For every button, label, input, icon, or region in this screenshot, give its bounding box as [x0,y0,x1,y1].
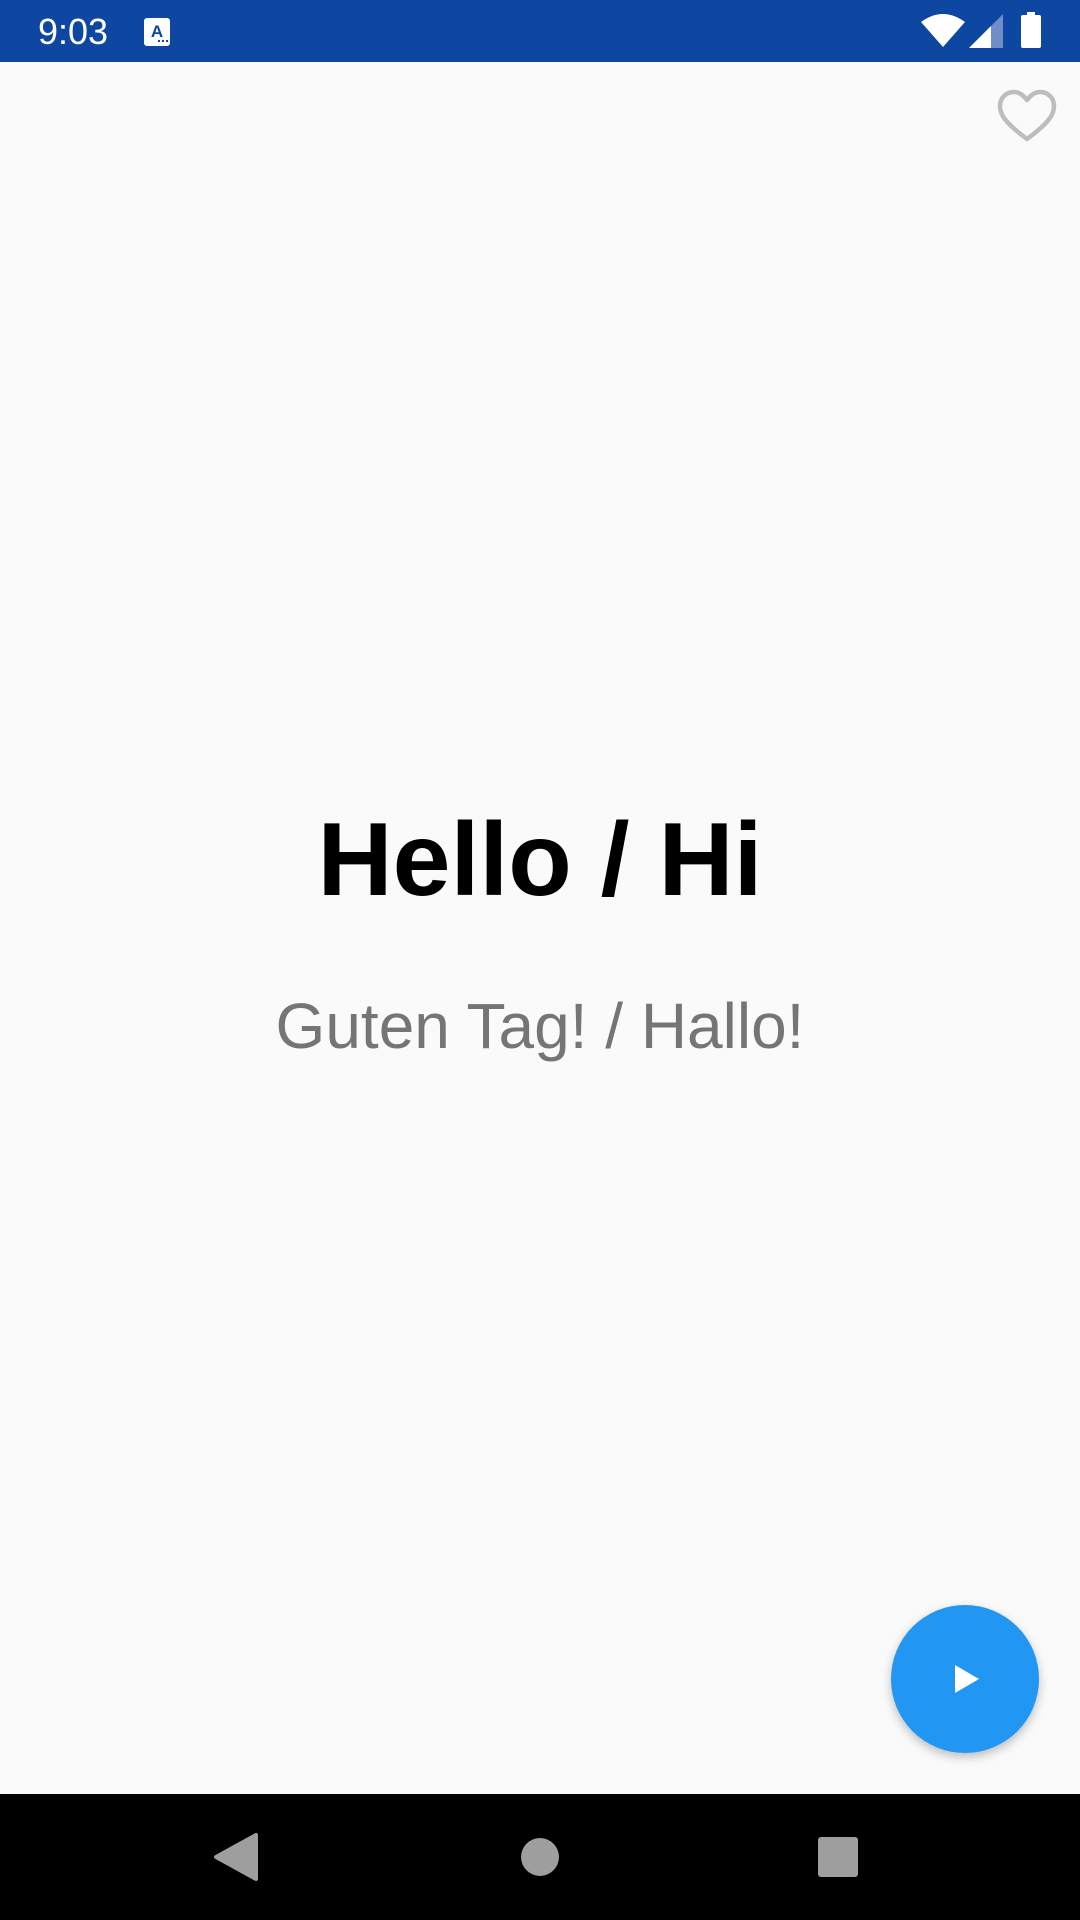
nav-recents-button[interactable] [808,1827,868,1887]
status-time: 9:03 [38,11,109,52]
app-screen: 9:03 A Hello / Hi Guten Tag! / Hallo! [0,0,1080,1920]
translate-a-icon: A [144,18,170,46]
play-icon [955,1665,979,1693]
svg-text:A: A [151,22,163,41]
wifi-icon [921,14,965,48]
cell-signal-icon [969,14,1003,48]
home-circle-icon [521,1838,559,1876]
play-audio-button[interactable] [891,1605,1039,1753]
navigation-bar [0,1794,1080,1920]
phrase-primary-text: Hello / Hi [317,802,763,918]
favorite-button[interactable] [996,86,1058,148]
nav-home-button[interactable] [510,1827,570,1887]
back-triangle-icon [214,1833,258,1881]
nav-back-button[interactable] [208,1827,268,1887]
recents-square-icon [818,1837,858,1877]
status-bar: 9:03 A [0,0,1080,62]
phrase-translation-text: Guten Tag! / Hallo! [275,990,805,1062]
heart-outline-icon [996,86,1058,148]
battery-icon [1021,12,1041,48]
